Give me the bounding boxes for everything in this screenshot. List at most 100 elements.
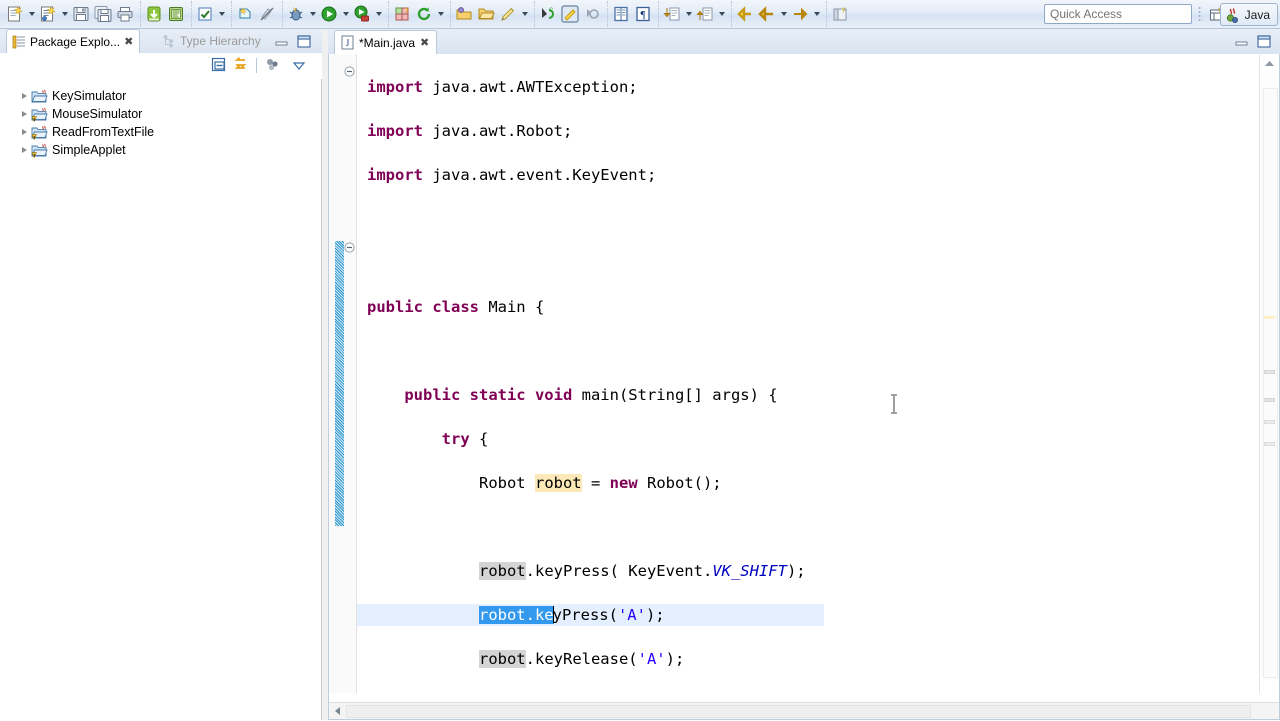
code-line[interactable]: try { — [357, 428, 824, 450]
fold-collapse-icon[interactable] — [344, 242, 355, 253]
chevron-right-icon[interactable] — [18, 126, 30, 138]
code-line[interactable]: import java.awt.AWTException; — [357, 76, 824, 98]
open-type-icon[interactable] — [165, 3, 187, 25]
editor-text-area[interactable]: import java.awt.AWTException; import jav… — [328, 54, 1280, 720]
search-next-icon[interactable]: C — [537, 3, 559, 25]
code-line[interactable]: public class Main { — [357, 296, 824, 318]
occurrence-marker[interactable] — [1264, 398, 1275, 402]
ruler-up-arrow-icon[interactable] — [1263, 58, 1276, 69]
back-icon[interactable] — [756, 3, 778, 25]
scroll-left-arrow-icon[interactable] — [331, 704, 345, 718]
ruler-thumb[interactable] — [1263, 88, 1278, 678]
save-all-icon[interactable] — [92, 3, 114, 25]
code-line[interactable]: Robot robot = new Robot(); — [357, 472, 824, 494]
next-member-icon[interactable] — [661, 3, 683, 25]
run-external-dropdown-icon[interactable] — [373, 3, 384, 25]
run-external-icon[interactable] — [351, 3, 373, 25]
editor-gutter[interactable] — [329, 54, 357, 693]
code-line[interactable]: robot.keyRelease('A'); — [357, 648, 824, 670]
toolbar-group-view: ¶ — [607, 1, 656, 27]
horizontal-scrollbar[interactable] — [329, 702, 1279, 719]
view-menu-filter-icon[interactable] — [264, 56, 284, 76]
debug-bug-icon[interactable] — [285, 3, 307, 25]
view-menu-icon[interactable] — [292, 59, 312, 79]
code-line[interactable]: import java.awt.event.KeyEvent; — [357, 164, 824, 186]
forward-dropdown-icon[interactable] — [811, 3, 822, 25]
toolbar-group-check — [191, 1, 229, 27]
occurrence-marker[interactable] — [1264, 370, 1275, 374]
forward-icon[interactable] — [789, 3, 811, 25]
tab-type-hierarchy[interactable]: Type Hierarchy — [156, 29, 267, 53]
run-icon[interactable] — [318, 3, 340, 25]
refresh-dropdown-icon[interactable] — [435, 3, 446, 25]
highlight-icon[interactable] — [559, 3, 581, 25]
quick-access-input[interactable] — [1044, 4, 1192, 24]
minimize-icon[interactable] — [1234, 35, 1250, 49]
occurrence-marker[interactable] — [1264, 316, 1275, 319]
code-viewport[interactable]: import java.awt.AWTException; import jav… — [357, 54, 1259, 693]
tab-main-java[interactable]: J *Main.java ✖ — [334, 30, 438, 54]
fold-collapse-icon[interactable] — [344, 66, 355, 77]
run-dropdown-icon[interactable] — [340, 3, 351, 25]
tree-item-readfromtextfile[interactable]: ReadFromTextFile — [0, 123, 321, 141]
open-folder-icon[interactable] — [453, 3, 475, 25]
book-icon[interactable] — [610, 3, 632, 25]
tree-item-keysimulator[interactable]: KeySimulator — [0, 87, 321, 105]
code-line[interactable] — [357, 252, 824, 274]
perspective-button-java[interactable]: Java — [1219, 3, 1278, 26]
new-wizard-dropdown-icon[interactable] — [26, 3, 37, 25]
tab-package-explorer[interactable]: Package Explo... ✖ — [6, 29, 141, 53]
prev-member-dropdown-icon[interactable] — [716, 3, 727, 25]
new-java-class-icon[interactable] — [37, 3, 59, 25]
code-line[interactable] — [357, 516, 824, 538]
chevron-right-icon[interactable] — [18, 90, 30, 102]
folder-icon[interactable] — [475, 3, 497, 25]
occurrence-marker[interactable] — [1264, 442, 1275, 446]
collapse-all-icon[interactable] — [210, 56, 230, 76]
prev-member-icon[interactable] — [694, 3, 716, 25]
scroll-thumb[interactable] — [346, 705, 1251, 718]
svg-text:J: J — [346, 38, 350, 48]
print-icon[interactable] — [114, 3, 136, 25]
debug-dropdown-icon[interactable] — [307, 3, 318, 25]
back-yellow-icon[interactable] — [734, 3, 756, 25]
chevron-right-icon[interactable] — [18, 108, 30, 120]
code-line[interactable]: robot.keyRelease( KeyEvent.VK_SHIFT); — [357, 692, 824, 693]
tree-item-mousesimulator[interactable]: MouseSimulator — [0, 105, 321, 123]
checkbox-dropdown-icon[interactable] — [216, 3, 227, 25]
maximize-icon[interactable] — [1256, 34, 1272, 49]
ruler-track[interactable] — [1261, 70, 1279, 680]
overview-ruler[interactable] — [1259, 54, 1279, 693]
code-line-current[interactable]: robot.keyPress('A'); — [357, 604, 825, 626]
close-icon[interactable]: ✖ — [420, 36, 429, 49]
code-line[interactable] — [357, 340, 824, 362]
minimize-icon[interactable] — [274, 35, 290, 49]
pencil-icon[interactable] — [497, 3, 519, 25]
export-icon[interactable] — [143, 3, 165, 25]
maximize-icon[interactable] — [296, 34, 312, 49]
checkbox-icon[interactable] — [194, 3, 216, 25]
back-dropdown-icon[interactable] — [778, 3, 789, 25]
close-icon[interactable]: ✖ — [124, 35, 133, 48]
coverage-icon[interactable] — [391, 3, 413, 25]
code-line[interactable]: import java.awt.Robot; — [357, 120, 824, 142]
new-java-class-dropdown-icon[interactable] — [59, 3, 70, 25]
tree-item-simpleapplet[interactable]: SimpleApplet — [0, 141, 321, 159]
next-member-dropdown-icon[interactable] — [683, 3, 694, 25]
save-icon[interactable] — [70, 3, 92, 25]
code-line[interactable]: public static void main(String[] args) { — [357, 384, 824, 406]
annotation-icon[interactable] — [234, 3, 256, 25]
code-line[interactable] — [357, 208, 824, 230]
refresh-icon[interactable] — [413, 3, 435, 25]
link-with-editor-icon[interactable] — [232, 56, 252, 76]
search-grey-icon[interactable] — [581, 3, 603, 25]
code-line[interactable]: robot.keyPress( KeyEvent.VK_SHIFT); — [357, 560, 824, 582]
chevron-right-icon[interactable] — [18, 144, 30, 156]
pencil-dropdown-icon[interactable] — [519, 3, 530, 25]
occurrence-marker[interactable] — [1264, 420, 1275, 424]
skip-annotation-icon[interactable] — [256, 3, 278, 25]
new-wizard-icon[interactable] — [4, 3, 26, 25]
source-code[interactable]: import java.awt.AWTException; import jav… — [357, 54, 825, 693]
open-perspective-icon[interactable] — [829, 3, 851, 25]
pilcrow-icon[interactable]: ¶ — [632, 3, 654, 25]
